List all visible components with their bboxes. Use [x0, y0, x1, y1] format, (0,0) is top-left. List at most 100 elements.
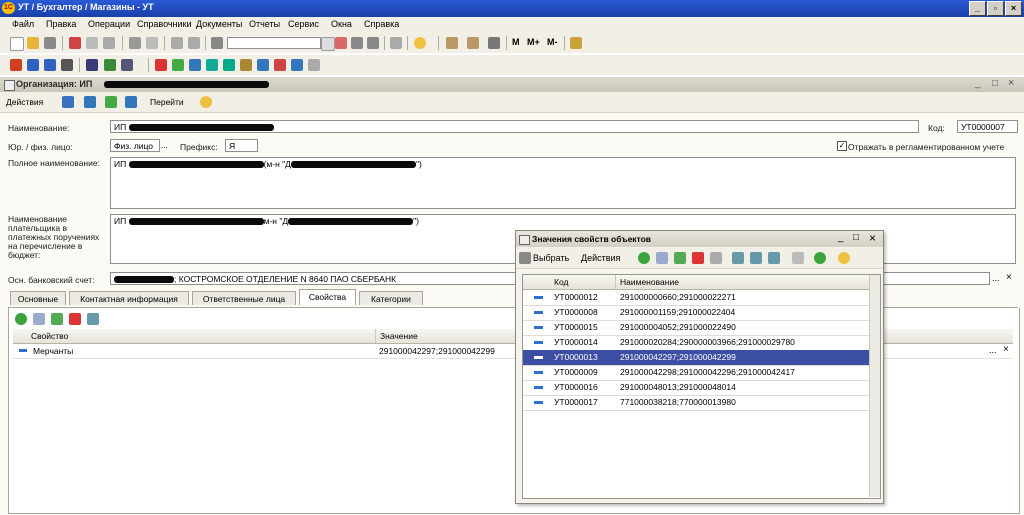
- structure-icon[interactable]: [125, 96, 137, 108]
- table-row[interactable]: УТ0000017 771000038218;770000013980: [523, 395, 869, 411]
- form-restore-icon[interactable]: □: [992, 78, 998, 89]
- popup-filter-list-icon[interactable]: [768, 252, 780, 264]
- transfer-icon[interactable]: [291, 59, 303, 71]
- memory-minus-button[interactable]: M-: [547, 37, 558, 47]
- menu-operations[interactable]: Операции: [88, 19, 130, 29]
- menu-documents[interactable]: Документы: [196, 19, 242, 29]
- chevron-down-icon[interactable]: [321, 37, 335, 51]
- restore-button[interactable]: ▫: [987, 1, 1004, 16]
- name-field[interactable]: ИП: [110, 120, 919, 133]
- popup-filter-icon[interactable]: [732, 252, 744, 264]
- save-icon[interactable]: [44, 37, 56, 49]
- table-row[interactable]: УТ0000015 291000004052;291000022490: [523, 320, 869, 336]
- copy-row-icon[interactable]: [33, 313, 45, 325]
- tab-properties[interactable]: Свойства: [299, 289, 356, 305]
- module-icon[interactable]: [10, 59, 22, 71]
- windows-icon[interactable]: [390, 37, 402, 49]
- code-field[interactable]: УТ0000007: [957, 120, 1018, 133]
- edit-icon[interactable]: [51, 313, 63, 325]
- find-next-icon[interactable]: [351, 37, 363, 49]
- undo-icon[interactable]: [171, 37, 183, 49]
- tab-general[interactable]: Основные: [10, 291, 66, 305]
- popup-filter-clear-icon[interactable]: [792, 252, 804, 264]
- popup-filter-set-icon[interactable]: [750, 252, 762, 264]
- popup-minimize-icon[interactable]: _: [838, 232, 844, 243]
- tab-contacts[interactable]: Контактная информация: [69, 291, 189, 305]
- table-row[interactable]: УТ0000013 291000042297;291000042299: [523, 350, 869, 366]
- bank-clear-icon[interactable]: ×: [1006, 272, 1012, 283]
- paste-icon[interactable]: [103, 37, 115, 49]
- popup-refresh-icon[interactable]: [814, 252, 826, 264]
- redo-icon[interactable]: [188, 37, 200, 49]
- reglament-checkbox[interactable]: ✓: [837, 141, 847, 151]
- prices-icon[interactable]: [172, 59, 184, 71]
- table-row[interactable]: УТ0000016 291000048013;291000048014: [523, 380, 869, 396]
- table-row[interactable]: УТ0000009 291000042298;291000042296;29100…: [523, 365, 869, 381]
- table-row[interactable]: УТ0000012 291000000660;291000022271: [523, 290, 869, 306]
- journal-icon[interactable]: [61, 59, 73, 71]
- warehouse-icon[interactable]: [189, 59, 201, 71]
- calendar-icon[interactable]: [467, 37, 479, 49]
- form-minimize-icon[interactable]: _: [975, 78, 981, 89]
- form-close-icon[interactable]: ×: [1008, 77, 1014, 89]
- receipt-icon[interactable]: [240, 59, 252, 71]
- table-icon[interactable]: [104, 59, 116, 71]
- clear-search-icon[interactable]: [335, 37, 347, 49]
- record-icon[interactable]: [84, 96, 96, 108]
- popup-copy-icon[interactable]: [656, 252, 668, 264]
- value-cell[interactable]: 291000042297;291000042299: [379, 344, 495, 358]
- delete-icon[interactable]: [69, 313, 81, 325]
- return-icon[interactable]: [274, 59, 286, 71]
- menu-catalogs[interactable]: Справочники: [137, 19, 192, 29]
- popup-close-icon[interactable]: ×: [869, 231, 876, 245]
- menu-windows[interactable]: Окна: [331, 19, 352, 29]
- popup-delete-icon[interactable]: [692, 252, 704, 264]
- select-button[interactable]: Выбрать: [533, 253, 569, 263]
- fullname-field[interactable]: ИП (м-н "Д "): [110, 157, 1016, 209]
- memory-plus-button[interactable]: M+: [527, 37, 540, 47]
- entity-type-select-button[interactable]: ...: [161, 141, 168, 150]
- memory-button[interactable]: M: [512, 37, 520, 47]
- table-row[interactable]: УТ0000008 291000001159;291000022404: [523, 305, 869, 321]
- cut-icon[interactable]: [69, 37, 81, 49]
- menu-service[interactable]: Сервис: [288, 19, 319, 29]
- goods-icon[interactable]: [155, 59, 167, 71]
- values-scrollbar[interactable]: [869, 275, 880, 497]
- tools-icon[interactable]: [570, 37, 582, 49]
- menu-edit[interactable]: Правка: [46, 19, 76, 29]
- popup-help-icon[interactable]: [838, 252, 850, 264]
- find-prev-icon[interactable]: [367, 37, 379, 49]
- open-icon[interactable]: [27, 37, 39, 49]
- entity-type-field[interactable]: Физ. лицо: [110, 139, 160, 152]
- cash-icon[interactable]: [206, 59, 218, 71]
- users-icon[interactable]: [488, 37, 500, 49]
- refresh-icon[interactable]: [105, 96, 117, 108]
- popup-mark-icon[interactable]: [710, 252, 722, 264]
- preview-icon[interactable]: [146, 37, 158, 49]
- save-close-icon[interactable]: [62, 96, 74, 108]
- menu-help[interactable]: Справка: [364, 19, 399, 29]
- info-icon[interactable]: [414, 37, 426, 49]
- menu-file[interactable]: Файл: [12, 19, 34, 29]
- close-button[interactable]: ×: [1005, 1, 1022, 16]
- prefix-field[interactable]: Я: [225, 139, 258, 152]
- popup-actions-menu[interactable]: Действия: [581, 253, 620, 263]
- invoice-icon[interactable]: [257, 59, 269, 71]
- table-row[interactable]: УТ0000014 291000020284;290000003966;29100…: [523, 335, 869, 351]
- new-icon[interactable]: [10, 37, 24, 51]
- catalog-icon[interactable]: [27, 59, 39, 71]
- popup-maximize-icon[interactable]: □: [853, 232, 859, 243]
- print-icon[interactable]: [129, 37, 141, 49]
- minimize-button[interactable]: _: [969, 1, 986, 16]
- sign-icon[interactable]: [121, 59, 133, 71]
- settings-icon[interactable]: [308, 59, 320, 71]
- copy-icon[interactable]: [86, 37, 98, 49]
- bank-select-button[interactable]: ...: [992, 273, 1000, 283]
- documents-icon[interactable]: [44, 59, 56, 71]
- actions-menu[interactable]: Действия: [6, 97, 43, 107]
- tab-responsible[interactable]: Ответственные лица: [192, 291, 296, 305]
- goto-menu[interactable]: Перейти: [150, 97, 184, 107]
- popup-add-icon[interactable]: [638, 252, 650, 264]
- value-clear-icon[interactable]: ×: [1003, 344, 1009, 355]
- popup-edit-icon[interactable]: [674, 252, 686, 264]
